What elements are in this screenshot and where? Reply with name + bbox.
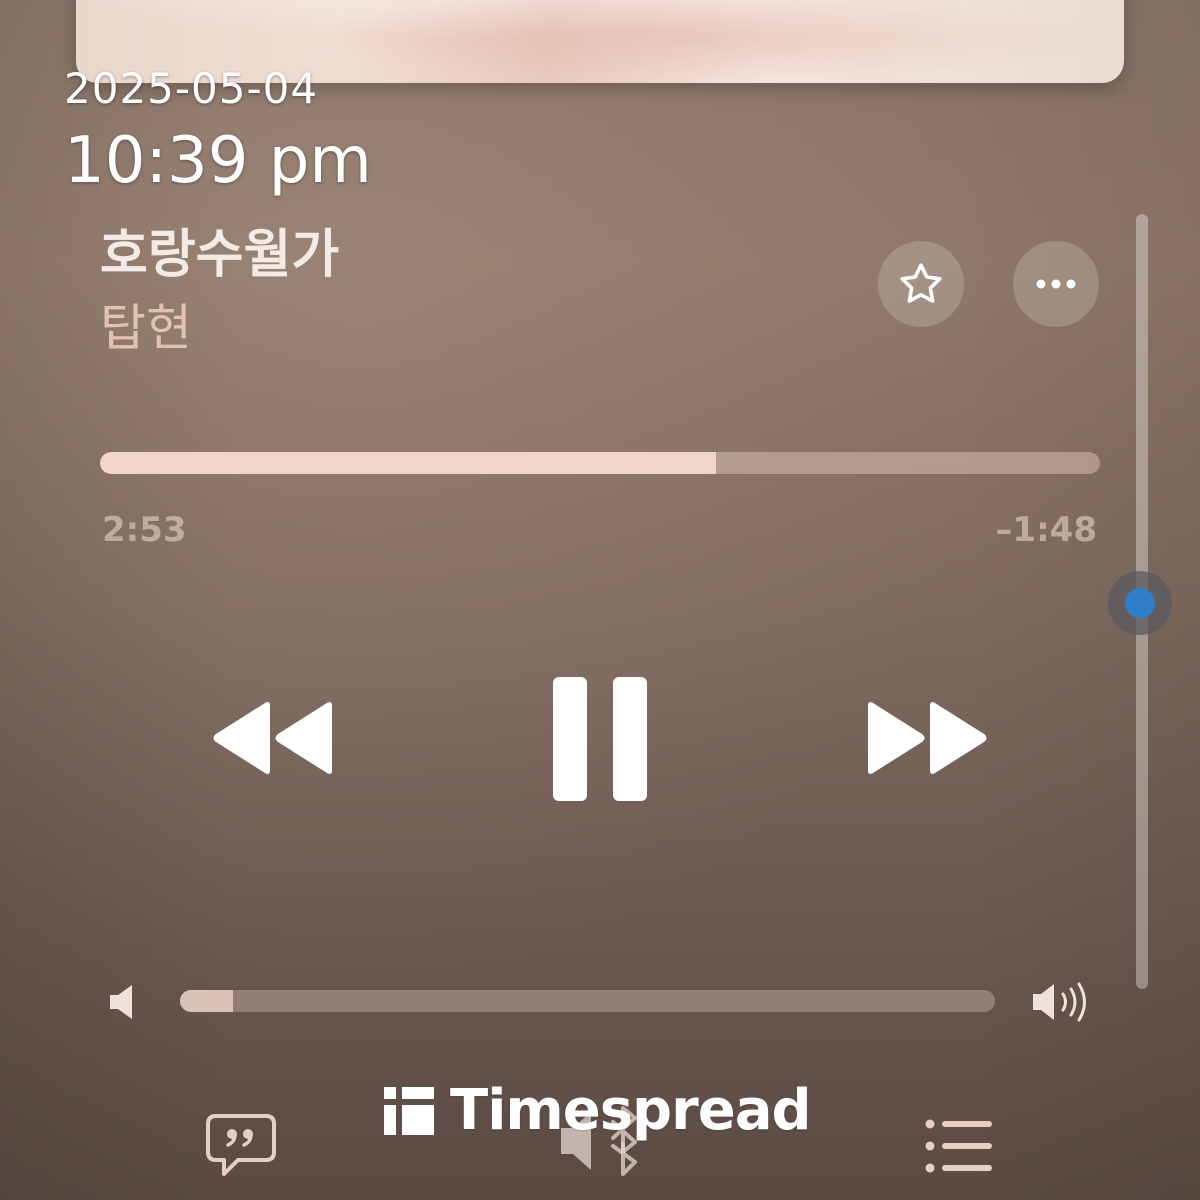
artist-name[interactable]: 탑현: [100, 288, 192, 360]
playback-progress-fill: [100, 452, 716, 474]
rewind-button[interactable]: [210, 700, 336, 776]
volume-high-indicator: [1030, 980, 1094, 1024]
queue-button[interactable]: [924, 1118, 994, 1174]
ellipsis-icon: [1036, 279, 1076, 289]
remaining-time: –1:48: [995, 510, 1097, 550]
list-icon: [925, 1119, 992, 1173]
timespread-logo-icon: [384, 1086, 434, 1135]
pause-icon: [553, 677, 647, 801]
playback-progress-bar[interactable]: [100, 452, 1100, 474]
pause-button[interactable]: [553, 677, 647, 801]
volume-low-indicator: [106, 982, 142, 1022]
star-icon: [900, 263, 942, 303]
side-scroll-handle[interactable]: [1108, 571, 1172, 635]
more-options-button[interactable]: [1013, 241, 1099, 327]
time-overlay: 10:39 pm: [64, 124, 372, 198]
watermark-brand: Timespread: [450, 1078, 812, 1143]
volume-slider[interactable]: [180, 990, 995, 1012]
fast-forward-button[interactable]: [864, 700, 990, 776]
volume-slider-fill: [180, 990, 233, 1012]
lyrics-button[interactable]: [204, 1112, 278, 1180]
elapsed-time: 2:53: [102, 510, 187, 550]
favorite-button[interactable]: [878, 241, 964, 327]
rewind-icon: [213, 702, 332, 774]
fast-forward-icon: [868, 702, 987, 774]
side-scroll-handle-dot: [1125, 588, 1155, 618]
speaker-high-icon: [1033, 982, 1086, 1022]
speaker-low-icon: [110, 985, 132, 1019]
song-title[interactable]: 호랑수월가: [100, 212, 339, 287]
watermark: Timespread: [384, 1078, 812, 1143]
lyrics-quote-icon: [206, 1114, 276, 1176]
date-overlay: 2025-05-04: [64, 64, 319, 113]
